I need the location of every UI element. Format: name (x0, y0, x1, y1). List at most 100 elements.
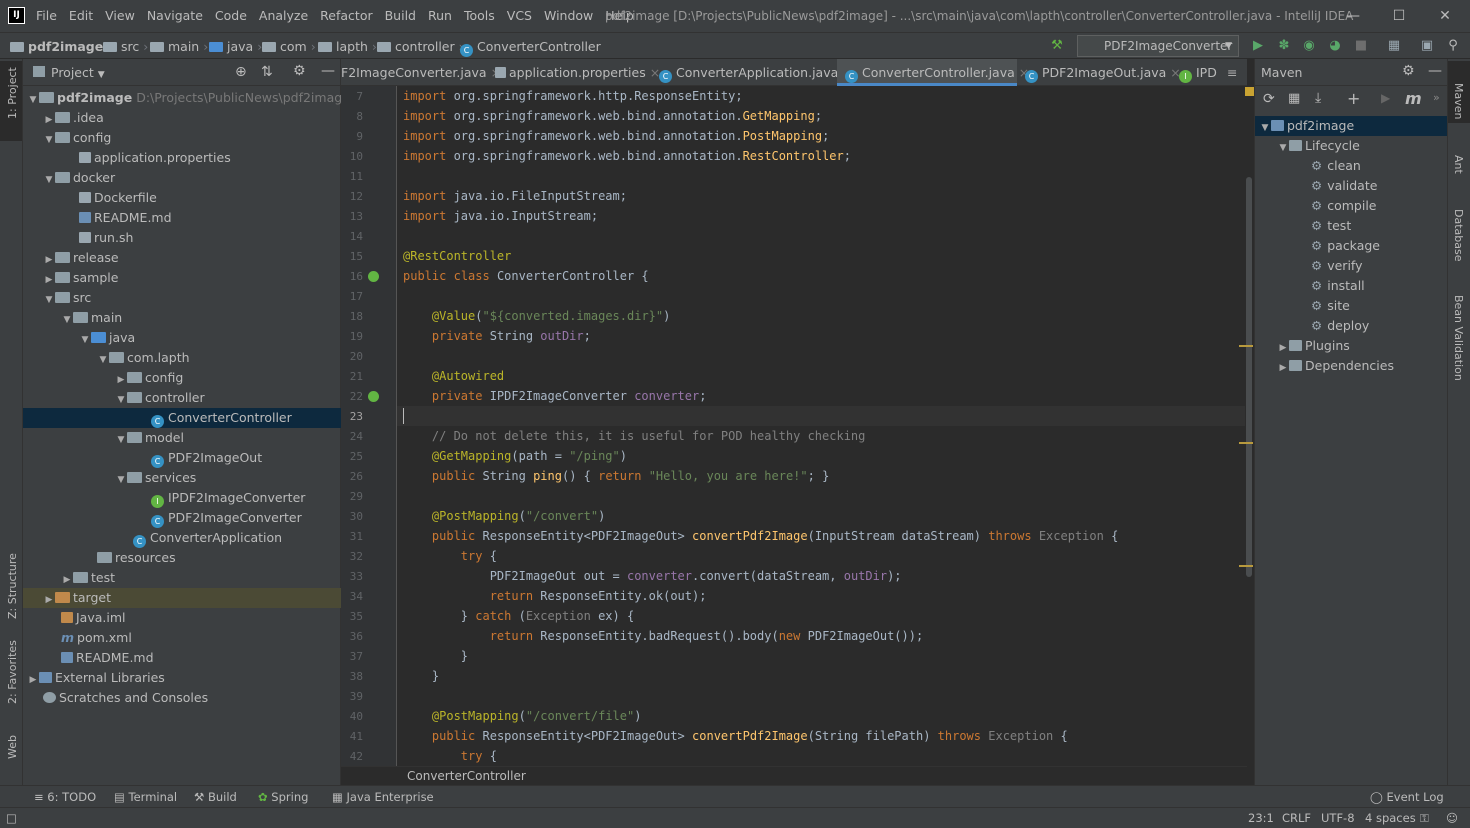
close-icon[interactable]: ✕ (1422, 0, 1468, 32)
inspector-icon[interactable]: ☺ (1446, 808, 1458, 828)
scroll-thumb[interactable] (1246, 177, 1252, 577)
search-icon[interactable]: ⚲ (1444, 37, 1462, 55)
terminal-tool-button[interactable]: ▤ Terminal (114, 786, 177, 808)
editor-scrollbar[interactable] (1239, 87, 1254, 707)
stop-icon[interactable]: ■ (1352, 37, 1370, 55)
collapse-all-icon[interactable]: ⇅ (261, 64, 273, 80)
reload-icon[interactable]: ⟳ (1263, 91, 1275, 107)
code-line[interactable]: } (403, 646, 468, 666)
coverage-icon[interactable]: ◉ (1300, 37, 1318, 55)
hide-icon[interactable]: — (321, 63, 335, 79)
tree-item-pom-xml[interactable]: m pom.xml (23, 628, 341, 648)
code-line[interactable]: } (403, 666, 439, 686)
run-configuration-select[interactable]: PDF2ImageConverter ▼ (1077, 35, 1239, 57)
hide-icon[interactable]: — (1428, 63, 1442, 79)
tree-item-test[interactable]: ▶ test (23, 568, 341, 588)
minimize-icon[interactable]: — (1330, 0, 1376, 32)
breadcrumb-com[interactable]: com › (262, 33, 316, 60)
tree-item-external-libraries[interactable]: ▶ External Libraries (23, 668, 341, 688)
code-line[interactable]: public class ConverterController { (403, 266, 649, 286)
project-structure-icon[interactable]: ▦ (1385, 37, 1403, 55)
project-tool-label[interactable]: 1: Project (6, 67, 19, 119)
maven-plugins[interactable]: ▶ Plugins (1255, 336, 1448, 356)
tree-item-run-sh[interactable]: run.sh (23, 228, 341, 248)
maven-lifecycle[interactable]: ▼ Lifecycle (1255, 136, 1448, 156)
tab-converter-controller[interactable]: C ConverterController.java × (837, 59, 1029, 86)
breadcrumb-java[interactable]: java › (209, 33, 262, 60)
tree-item-converter-controller[interactable]: C ConverterController (23, 408, 341, 428)
tree-item-model[interactable]: ▼ model (23, 428, 341, 448)
database-tool-label[interactable]: Database (1452, 209, 1465, 262)
gear-icon[interactable]: ⚙ (293, 63, 306, 79)
code-line[interactable]: PDF2ImageOut out = converter.convert(dat… (403, 566, 902, 586)
tree-item-release[interactable]: ▶ release (23, 248, 341, 268)
favorites-tool-label[interactable]: 2: Favorites (6, 640, 19, 704)
tree-item-pdf2imageconverter[interactable]: C PDF2ImageConverter (23, 508, 341, 528)
tree-item-scratches[interactable]: Scratches and Consoles (23, 688, 341, 708)
maximize-icon[interactable]: ☐ (1376, 0, 1422, 32)
menu-navigate[interactable]: Navigate (141, 0, 209, 32)
code-line[interactable]: private IPDF2ImageConverter converter; (403, 386, 707, 406)
tree-item-root[interactable]: ▼ pdf2image D:\Projects\PublicNews\pdf2im… (23, 88, 350, 108)
code-content[interactable]: import org.springframework.http.Response… (403, 86, 1243, 766)
spring-tool-button[interactable]: ✿ Spring (258, 786, 308, 808)
code-line[interactable]: try { (403, 546, 497, 566)
maven-tool-label[interactable]: Maven (1452, 83, 1465, 119)
gear-icon[interactable]: ⚙ (1402, 63, 1415, 79)
breadcrumb-lapth[interactable]: lapth › (318, 33, 377, 60)
tool-windows-toggle-icon[interactable]: □ (6, 808, 17, 828)
run-icon[interactable]: ▶ (1249, 37, 1267, 55)
java-enterprise-tool-button[interactable]: ▦ Java Enterprise (332, 786, 434, 808)
menu-code[interactable]: Code (209, 0, 253, 32)
tree-item-services[interactable]: ▼ services (23, 468, 341, 488)
line-separator[interactable]: CRLF (1282, 808, 1311, 828)
tree-item-target[interactable]: ▶ target (23, 588, 341, 608)
tree-item-dockerfile[interactable]: Dockerfile (23, 188, 341, 208)
download-icon[interactable]: ⤓ (1315, 90, 1321, 106)
maven-project-root[interactable]: ▼ pdf2image (1255, 116, 1448, 136)
tab-pdf2imageout[interactable]: C PDF2ImageOut.java × (1021, 59, 1181, 86)
tree-item-src[interactable]: ▼ src (23, 288, 341, 308)
menu-window[interactable]: Window (538, 0, 599, 32)
code-line[interactable]: @PostMapping("/convert") (403, 506, 605, 526)
tab-overflow-icon[interactable]: ≡ (1227, 59, 1247, 86)
indent-setting[interactable]: 4 spaces (1365, 808, 1416, 828)
menu-analyze[interactable]: Analyze (253, 0, 314, 32)
tree-item-docker[interactable]: ▼ docker (23, 168, 341, 188)
profile-icon[interactable]: ◕ (1326, 37, 1344, 55)
tab-application-properties[interactable]: application.properties × (491, 59, 660, 86)
maven-goal-icon[interactable]: m (1405, 89, 1422, 108)
event-log-tool-button[interactable]: ◯ Event Log (1370, 786, 1444, 808)
tree-item-java[interactable]: ▼ java (23, 328, 341, 348)
code-line[interactable]: public String ping() { return "Hello, yo… (403, 466, 829, 486)
code-line[interactable]: return ResponseEntity.badRequest().body(… (403, 626, 924, 646)
tree-item-idea[interactable]: ▶ .idea (23, 108, 341, 128)
code-line[interactable]: private String outDir; (403, 326, 591, 346)
tree-item-application-properties[interactable]: application.properties (23, 148, 341, 168)
breadcrumb-controller[interactable]: controller › (377, 33, 464, 60)
code-line[interactable]: import org.springframework.web.bind.anno… (403, 126, 829, 146)
maven-goal-site[interactable]: ⚙ site (1255, 296, 1448, 316)
generate-sources-icon[interactable]: ▦ (1288, 91, 1300, 106)
menu-refactor[interactable]: Refactor (314, 0, 378, 32)
code-line[interactable]: import org.springframework.http.Response… (403, 86, 743, 106)
build-hammer-icon[interactable]: ⚒ (1048, 37, 1066, 55)
menu-view[interactable]: View (99, 0, 141, 32)
maven-goal-package[interactable]: ⚙ package (1255, 236, 1448, 256)
editor-breadcrumb[interactable]: ConverterController (341, 766, 1247, 785)
code-line[interactable]: // Do not delete this, it is useful for … (403, 426, 865, 446)
breadcrumb-project[interactable]: pdf2image › (10, 33, 113, 60)
code-line[interactable]: import java.io.FileInputStream; (403, 186, 627, 206)
code-line[interactable]: return ResponseEntity.ok(out); (403, 586, 707, 606)
ant-tool-label[interactable]: Ant (1452, 155, 1465, 174)
spring-bean-icon[interactable] (368, 391, 379, 402)
code-line[interactable]: import java.io.InputStream; (403, 206, 598, 226)
tree-item-main[interactable]: ▼ main (23, 308, 341, 328)
maven-goal-verify[interactable]: ⚙ verify (1255, 256, 1448, 276)
tab-ipd[interactable]: I IPD (1177, 59, 1229, 86)
maven-goal-deploy[interactable]: ⚙ deploy (1255, 316, 1448, 336)
breadcrumb-main[interactable]: main › (150, 33, 208, 60)
code-line[interactable]: import org.springframework.web.bind.anno… (403, 106, 822, 126)
project-view-select[interactable]: Project ▼ (51, 59, 105, 89)
add-icon[interactable]: + (1347, 89, 1360, 108)
